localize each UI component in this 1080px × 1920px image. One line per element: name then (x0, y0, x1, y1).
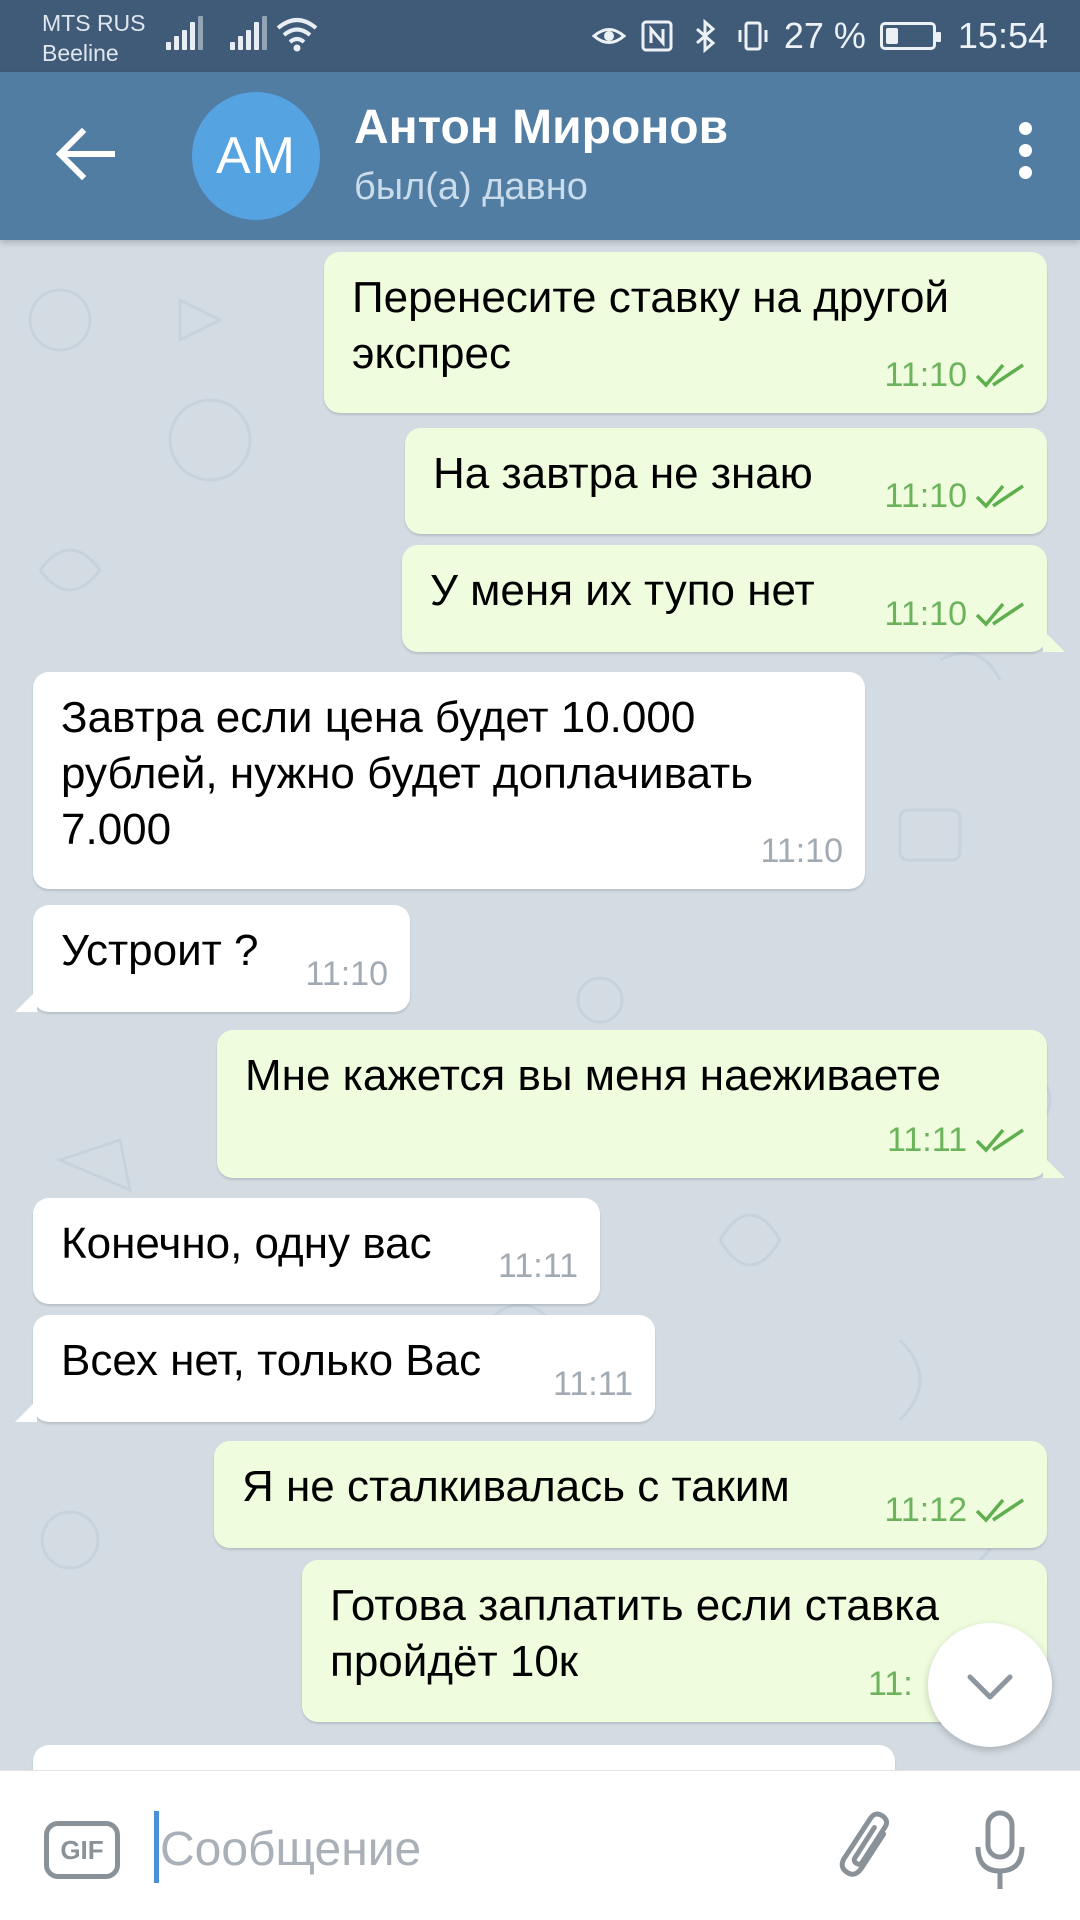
message-bubble-incoming[interactable]: Всех нет, только Вас 11:11 (15, 1315, 655, 1422)
arrow-left-icon[interactable] (50, 118, 122, 190)
double-check-icon (975, 363, 1024, 388)
contact-name[interactable]: Антон Миронов (354, 100, 728, 155)
message-meta: 11:10 (884, 468, 1025, 524)
message-bubble-outgoing[interactable]: Перенесите ставку на другой экспрес 11:1… (324, 252, 1047, 413)
message-time: 11:10 (305, 955, 388, 993)
more-vertical-icon[interactable] (1010, 122, 1040, 192)
message-meta: 11:11 (553, 1356, 633, 1412)
message-time: 11:11 (552, 1365, 633, 1403)
double-check-icon (975, 1498, 1024, 1523)
message-time: 11:12 (884, 1491, 967, 1529)
text-cursor (154, 1811, 159, 1883)
message-list[interactable]: Перенесите ставку на другой экспрес 11:1… (0, 240, 1080, 1770)
message-bubble-incoming[interactable]: Завтра если цена будет 10.000 рублей, ну… (33, 672, 865, 889)
message-time: 11:10 (884, 595, 967, 633)
status-right: 27 % 15:54 (591, 14, 1048, 58)
message-meta: 11: (868, 1656, 913, 1712)
avatar[interactable]: АМ (192, 92, 320, 220)
message-meta: 11:10 (884, 586, 1025, 642)
message-meta: 11:11 (887, 1112, 1025, 1168)
message-text-line: Завтра если цена будет 10.000 (61, 693, 696, 742)
chat-header: АМ Антон Миронов был(а) давно (0, 72, 1080, 240)
message-bubble-incoming[interactable]: Устроит ? 11:10 (15, 905, 410, 1012)
message-time: 11: (868, 1665, 913, 1703)
battery-icon (879, 22, 941, 50)
battery-percent: 27 % (783, 15, 866, 56)
message-composer: GIF (0, 1770, 1080, 1920)
message-time: 11:10 (884, 356, 967, 394)
message-text-line: Мне кажется вы меня наеживаете (245, 1051, 942, 1100)
message-bubble-outgoing[interactable]: У меня их тупо нет 11:10 (402, 545, 1065, 652)
scroll-down-button[interactable] (928, 1623, 1052, 1747)
message-text-line: Готова заплатить если ставка (330, 1581, 939, 1630)
message-meta: 11:10 (305, 946, 388, 1002)
message-text-line: 7.000 (61, 805, 172, 854)
message-time: 11:10 (760, 832, 843, 870)
message-bubble-outgoing[interactable]: Я не сталкивалась с таким 11:12 (214, 1441, 1047, 1548)
gif-icon[interactable]: GIF (44, 1821, 120, 1879)
signal-1-icon (166, 14, 203, 50)
message-meta: 11:12 (884, 1482, 1025, 1538)
message-text-line: пройдёт 10к (330, 1637, 579, 1686)
clock: 15:54 (957, 15, 1048, 56)
message-meta: 11:10 (760, 823, 843, 879)
wifi-icon (276, 18, 318, 52)
carrier-1: MTS RUS (42, 10, 146, 36)
chevron-down-icon (967, 1674, 1013, 1700)
message-text-line: Всех нет, только Вас (61, 1336, 482, 1385)
double-check-icon (975, 1128, 1024, 1153)
message-time: 11:11 (886, 1121, 967, 1159)
message-meta: 11:10 (884, 347, 1025, 403)
status-bar: MTS RUS Beeline 27 % 15:54 (0, 0, 1080, 72)
message-bubble-incoming[interactable]: Конечно, одну вас 11:11 (33, 1198, 600, 1304)
double-check-icon (975, 602, 1024, 627)
message-input[interactable] (160, 1809, 780, 1889)
vibrate-icon (738, 21, 768, 51)
last-seen-status: был(а) давно (354, 166, 588, 208)
message-time: 11:10 (884, 477, 967, 515)
double-check-icon (975, 484, 1024, 509)
carrier-2: Beeline (42, 40, 119, 66)
message-meta: 11:11 (498, 1238, 578, 1294)
paperclip-icon[interactable] (830, 1807, 906, 1891)
microphone-icon[interactable] (970, 1807, 1030, 1897)
carrier-labels: MTS RUS Beeline (42, 8, 146, 68)
bluetooth-icon (695, 19, 716, 53)
message-time: 11:11 (497, 1247, 578, 1285)
eye-icon (591, 28, 626, 44)
message-bubble-outgoing[interactable]: Мне кажется вы меня наеживаете 11:11 (217, 1030, 1065, 1178)
message-text-line: рублей, нужно будет доплачивать (61, 749, 754, 798)
message-text-line: Перенесите ставку на другой (352, 273, 949, 322)
nfc-icon (641, 20, 673, 52)
message-bubble-incoming-partial[interactable] (33, 1745, 895, 1770)
signal-2-icon (230, 14, 267, 50)
message-bubble-outgoing[interactable]: На завтра не знаю 11:10 (405, 428, 1047, 534)
